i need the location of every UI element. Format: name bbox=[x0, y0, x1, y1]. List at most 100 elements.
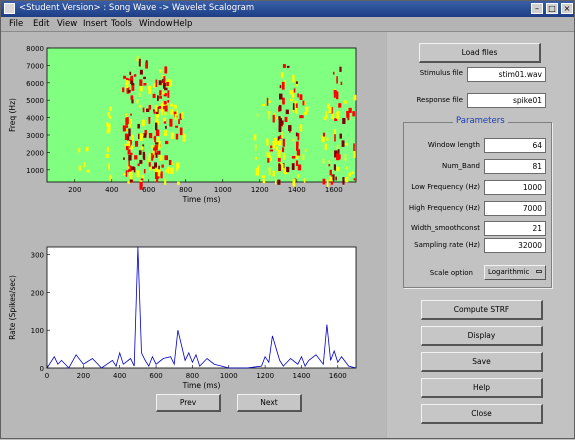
spectrogram-cell bbox=[322, 178, 326, 185]
minimize-button[interactable]: – bbox=[531, 3, 543, 14]
spectrogram-cell bbox=[136, 99, 139, 104]
menu-help[interactable]: Help bbox=[173, 19, 192, 29]
spectrogram-cell bbox=[162, 91, 165, 95]
save-button[interactable]: Save bbox=[421, 352, 543, 372]
menu-insert[interactable]: Insert bbox=[83, 19, 107, 29]
spectrogram-cell bbox=[288, 125, 292, 131]
spectrogram-cell bbox=[164, 155, 168, 161]
spectrogram-cell bbox=[295, 107, 298, 115]
spectrogram-cell bbox=[130, 113, 132, 116]
spectrogram-cell bbox=[295, 132, 298, 137]
spectrogram-cell bbox=[155, 129, 160, 136]
spectrogram-cell bbox=[254, 143, 257, 151]
spectrogram-cell bbox=[108, 163, 110, 171]
spectrogram-cell bbox=[127, 181, 130, 184]
spectrogram-cell bbox=[139, 79, 143, 86]
load-files-button[interactable]: Load files bbox=[419, 43, 541, 63]
spectrogram-cell bbox=[142, 151, 145, 159]
scale-option-value: Logarithmic bbox=[488, 268, 530, 276]
spectrogram-cell bbox=[155, 172, 158, 179]
menu-window[interactable]: Window bbox=[139, 19, 173, 29]
spectrogram-cell bbox=[130, 75, 133, 81]
spectrogram-cell bbox=[128, 89, 131, 93]
close-window-button[interactable]: × bbox=[561, 3, 573, 14]
spectrogram-cell bbox=[291, 163, 295, 170]
spectrogram-cell bbox=[165, 169, 167, 173]
spectrogram-cell bbox=[336, 76, 338, 84]
next-button[interactable]: Next bbox=[237, 394, 302, 412]
stimulus-file-label: Stimulus file bbox=[419, 69, 463, 77]
rate-x-tick-label: 200 bbox=[77, 372, 90, 380]
spectrogram-cell bbox=[138, 92, 141, 97]
spectrogram-cell bbox=[130, 146, 134, 150]
spec-x-tick-label: 1000 bbox=[214, 186, 232, 194]
spectrogram-plot bbox=[46, 47, 357, 183]
high-frequency-field[interactable]: 7000 bbox=[484, 201, 546, 216]
spectrogram-axes: 1000 2000 3000 4000 5000 6000 7000 8000 200 400 60… bbox=[8, 45, 357, 204]
spectrogram-cell bbox=[86, 169, 90, 173]
prev-button[interactable]: Prev bbox=[156, 394, 221, 412]
rate-x-tick-label: 800 bbox=[186, 372, 199, 380]
spectrogram-cell bbox=[107, 123, 111, 131]
spectrogram-cell bbox=[293, 88, 296, 93]
window-menu-icon[interactable] bbox=[4, 3, 15, 14]
stimulus-file-field[interactable]: stim01.wav bbox=[467, 67, 546, 82]
width-smoothconst-field[interactable]: 21 bbox=[484, 221, 546, 236]
close-button[interactable]: Close bbox=[421, 404, 543, 424]
spectrogram-cell bbox=[173, 111, 177, 115]
num-band-label: Num_Band bbox=[442, 162, 480, 170]
spectrogram-cell bbox=[78, 165, 82, 171]
menu-file[interactable]: File bbox=[9, 19, 23, 29]
spectrogram-cell bbox=[163, 84, 166, 88]
spec-y-tick-label: 5000 bbox=[26, 97, 44, 105]
spectrogram-cell bbox=[299, 124, 303, 132]
rate-x-tick-label: 600 bbox=[149, 372, 162, 380]
maximize-button[interactable]: □ bbox=[546, 3, 558, 14]
spectrogram-cell bbox=[129, 71, 132, 75]
spectrogram-cell bbox=[139, 159, 143, 164]
low-frequency-field[interactable]: 1000 bbox=[484, 180, 546, 195]
spectrogram-cell bbox=[339, 66, 342, 72]
spectrogram-cell bbox=[333, 91, 336, 98]
spectrogram-cell bbox=[342, 118, 346, 124]
spectrogram-cell bbox=[179, 127, 183, 136]
spectrogram-cell bbox=[262, 179, 266, 184]
compute-strf-button[interactable]: Compute STRF bbox=[421, 300, 543, 320]
spectrogram-cell bbox=[281, 81, 285, 90]
spectrogram-cell bbox=[164, 87, 168, 91]
spectrogram-cell bbox=[109, 115, 112, 120]
scale-option-select[interactable]: Logarithmic bbox=[484, 265, 546, 280]
num-band-field[interactable]: 81 bbox=[484, 159, 546, 174]
width-smoothconst-label: Width_smoothconst bbox=[410, 224, 480, 232]
spectrogram-cell bbox=[143, 169, 146, 174]
display-button[interactable]: Display bbox=[421, 326, 543, 346]
spectrogram-cell bbox=[130, 152, 133, 155]
spectrogram-cell bbox=[164, 130, 168, 136]
spectrogram-cell bbox=[170, 109, 174, 115]
menu-tools[interactable]: Tools bbox=[111, 19, 132, 29]
spectrogram-cell bbox=[143, 133, 147, 138]
spectrogram-cell bbox=[284, 116, 288, 122]
spectrogram-cell bbox=[278, 125, 282, 133]
spectrogram-cell bbox=[157, 137, 160, 142]
menu-edit[interactable]: Edit bbox=[33, 19, 49, 29]
spec-y-tick-label: 6000 bbox=[26, 80, 44, 88]
spectrogram-cell bbox=[105, 154, 110, 158]
help-button[interactable]: Help bbox=[421, 378, 543, 398]
menu-view[interactable]: View bbox=[57, 19, 77, 29]
title-bar: <Student Version> : Song Wave -> Wavelet… bbox=[1, 1, 574, 17]
response-file-field[interactable]: spike01 bbox=[467, 93, 546, 108]
spectrogram-cell bbox=[329, 169, 332, 176]
spectrogram-cell bbox=[173, 104, 177, 109]
window-length-field[interactable]: 64 bbox=[484, 138, 546, 153]
spectrogram-cell bbox=[266, 151, 269, 157]
spectrogram-cell bbox=[160, 171, 163, 179]
spectrogram-cell bbox=[85, 146, 89, 152]
spec-y-tick-label: 7000 bbox=[26, 62, 44, 70]
spectrogram-cell bbox=[154, 105, 158, 112]
spectrogram-cell bbox=[131, 99, 134, 104]
rate-x-tick-label: 1000 bbox=[220, 372, 238, 380]
sampling-rate-field[interactable]: 32000 bbox=[484, 238, 546, 253]
spectrogram-cell bbox=[328, 106, 332, 114]
spectrogram-cell bbox=[125, 125, 128, 128]
